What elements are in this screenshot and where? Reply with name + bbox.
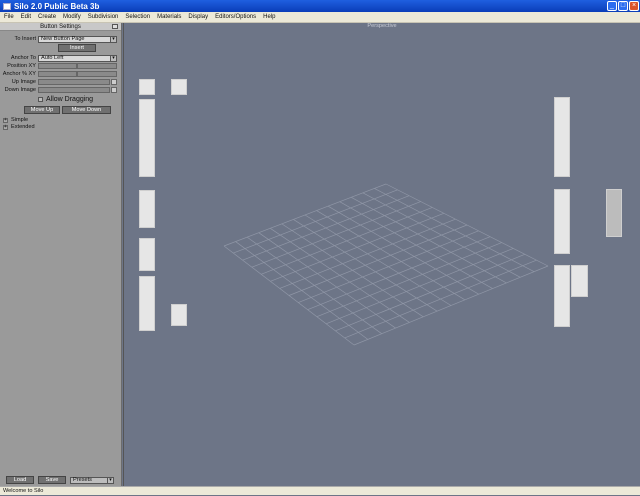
to-insert-value: New Button Page	[41, 35, 85, 42]
viewport-button-block[interactable]	[139, 276, 155, 331]
viewport-button-block[interactable]	[571, 265, 588, 297]
expand-icon[interactable]: +	[3, 117, 8, 123]
tree-item-extended[interactable]: + Extended	[3, 124, 35, 130]
tree-item-simple[interactable]: + Simple	[3, 117, 28, 123]
viewport-button-block[interactable]	[139, 238, 155, 271]
anchor-pct-row: Anchor % XY	[0, 70, 117, 78]
save-button[interactable]: Save	[38, 476, 66, 484]
move-buttons-row: Move Up Move Down	[24, 106, 111, 114]
menu-create[interactable]: Create	[34, 14, 59, 20]
menu-display[interactable]: Display	[184, 14, 211, 20]
move-down-button[interactable]: Move Down	[62, 106, 111, 114]
tree-item-label: Extended	[11, 124, 35, 130]
to-insert-row: To Insert New Button Page ▾	[0, 35, 117, 43]
menu-editors-options[interactable]: Editors/Options	[211, 14, 259, 20]
presets-value: Presets	[73, 476, 92, 483]
allow-dragging-label: Allow Dragging	[46, 95, 94, 103]
anchor-to-value: Auto Left	[41, 54, 64, 61]
viewport-button-block[interactable]	[171, 79, 187, 95]
allow-dragging-row: Allow Dragging	[38, 95, 93, 103]
anchor-pct-label: Anchor % XY	[2, 71, 36, 77]
load-button[interactable]: Load	[6, 476, 34, 484]
title-bar: Silo 2.0 Public Beta 3b _ □ ×	[0, 0, 640, 12]
chevron-down-icon: ▾	[107, 477, 113, 483]
menu-modify[interactable]: Modify	[59, 14, 84, 20]
panel-pin-icon[interactable]	[112, 24, 118, 29]
allow-dragging-checkbox[interactable]	[38, 96, 43, 102]
presets-row: Load Save Presets ▾	[6, 476, 114, 484]
status-text: Welcome to Silo	[3, 488, 44, 494]
viewport-button-block[interactable]	[554, 97, 570, 177]
menu-edit[interactable]: Edit	[17, 14, 34, 20]
viewport-button-block[interactable]	[606, 189, 622, 237]
position-x-field[interactable]	[38, 63, 77, 69]
down-image-row: Down Image	[0, 86, 117, 94]
insert-button[interactable]: Insert	[58, 44, 96, 52]
chevron-down-icon: ▾	[110, 55, 116, 61]
up-image-label: Up Image	[11, 79, 36, 85]
up-image-row: Up Image	[0, 78, 117, 86]
to-insert-select[interactable]: New Button Page ▾	[38, 35, 117, 43]
anchor-to-row: Anchor To Auto Left ▾	[0, 54, 117, 62]
expand-icon[interactable]: +	[3, 124, 8, 130]
menu-file[interactable]: File	[0, 14, 17, 20]
anchor-to-select[interactable]: Auto Left ▾	[38, 54, 117, 62]
anchor-to-label: Anchor To	[10, 55, 36, 61]
presets-select[interactable]: Presets ▾	[70, 476, 114, 484]
to-insert-label: To Insert	[14, 36, 36, 42]
menu-subdivision[interactable]: Subdivision	[84, 14, 122, 20]
app-icon	[3, 2, 11, 10]
menu-bar: File Edit Create Modify Subdivision Sele…	[0, 12, 640, 23]
move-up-button[interactable]: Move Up	[24, 106, 60, 114]
viewport-button-block[interactable]	[139, 99, 155, 177]
viewport-button-block[interactable]	[139, 190, 155, 228]
anchor-pct-y-field[interactable]	[77, 71, 117, 77]
up-image-field[interactable]	[38, 79, 110, 85]
close-button[interactable]: ×	[629, 1, 639, 11]
insert-row: Insert	[58, 44, 96, 52]
viewport-button-block[interactable]	[139, 79, 155, 95]
position-row: Position XY	[0, 62, 117, 70]
window-title: Silo 2.0 Public Beta 3b	[14, 1, 100, 11]
panel-title: Button Settings	[40, 24, 81, 30]
perspective-viewport[interactable]: Perspective	[123, 23, 640, 486]
viewport-button-block[interactable]	[554, 265, 570, 327]
chevron-down-icon: ▾	[110, 36, 116, 42]
viewport-button-block[interactable]	[554, 189, 570, 254]
ground-grid	[223, 183, 549, 346]
maximize-button[interactable]: □	[618, 1, 628, 11]
minimize-button[interactable]: _	[607, 1, 617, 11]
down-image-label: Down Image	[4, 87, 36, 93]
button-settings-panel: Button Settings To Insert New Button Pag…	[0, 23, 122, 486]
position-y-field[interactable]	[77, 63, 117, 69]
menu-selection[interactable]: Selection	[121, 14, 153, 20]
up-image-browse-button[interactable]	[111, 79, 117, 85]
anchor-pct-x-field[interactable]	[38, 71, 77, 77]
menu-materials[interactable]: Materials	[153, 14, 184, 20]
status-bar: Welcome to Silo	[0, 486, 640, 495]
position-label: Position XY	[7, 63, 36, 69]
menu-help[interactable]: Help	[259, 14, 278, 20]
tree-item-label: Simple	[11, 117, 29, 123]
panel-header: Button Settings	[0, 23, 121, 31]
viewport-button-block[interactable]	[171, 304, 187, 326]
down-image-browse-button[interactable]	[111, 87, 117, 93]
down-image-field[interactable]	[38, 87, 110, 93]
